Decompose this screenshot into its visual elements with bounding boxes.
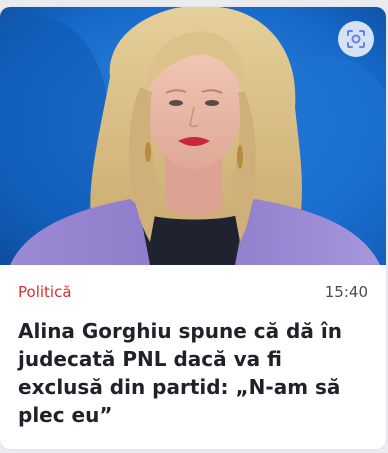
- article-photo[interactable]: [0, 7, 386, 265]
- lens-search-button[interactable]: [338, 21, 374, 57]
- lens-search-icon: [347, 30, 365, 48]
- article-photo-illustration: [0, 7, 386, 265]
- category-link[interactable]: Politică: [18, 283, 72, 301]
- publish-time: 15:40: [324, 283, 368, 301]
- news-card[interactable]: Politică 15:40 Alina Gorghiu spune că dă…: [0, 7, 386, 449]
- article-meta: Politică 15:40: [18, 283, 368, 307]
- article-headline[interactable]: Alina Gorghiu spune că dă în judecată PN…: [18, 317, 372, 429]
